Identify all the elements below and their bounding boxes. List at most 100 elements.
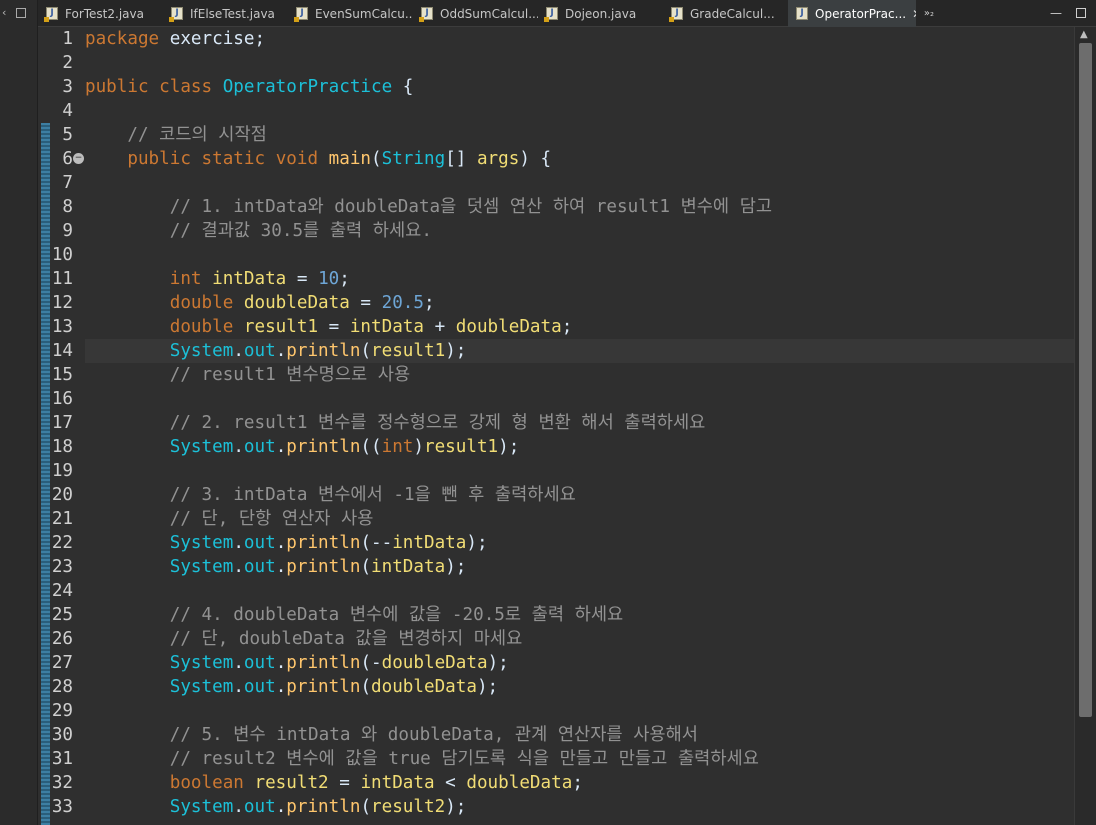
tab-overflow-button[interactable]: »₂ (916, 0, 942, 26)
code-token: out (243, 533, 276, 553)
line-number: 3 (62, 77, 73, 97)
code-token: System (169, 341, 234, 361)
code-token: . (233, 797, 244, 817)
code-area[interactable]: package exercise; public class OperatorPr… (85, 27, 1074, 825)
code-line[interactable] (85, 579, 1074, 603)
line-number: 14 (51, 341, 73, 361)
code-line[interactable]: System.out.println(--intData); (85, 531, 1074, 555)
code-line[interactable]: package exercise; (85, 27, 1074, 51)
code-line[interactable]: boolean result2 = intData < doubleData; (85, 771, 1074, 795)
code-line[interactable]: System.out.println(-doubleData); (85, 651, 1074, 675)
code-token: int (169, 269, 202, 289)
code-line[interactable]: int intData = 10; (85, 267, 1074, 291)
code-editor[interactable]: 1 2 3 4 5 6−7 8 9 10 11 12 13 14 15 16 17 18 19 20 21 22 23 24… (38, 27, 1074, 825)
code-token: // result2 변수에 값을 true 담기도록 식을 만들고 만들고 출… (169, 749, 759, 769)
code-token: main (328, 149, 372, 169)
editor-tab[interactable]: J Dojeon.java (538, 0, 663, 27)
code-line[interactable]: // 2. result1 변수를 정수형으로 강제 형 변환 해서 출력하세요 (85, 411, 1074, 435)
code-token: ); (476, 677, 499, 697)
editor-tab[interactable]: J EvenSumCalcu... (288, 0, 413, 27)
fold-toggle-icon[interactable]: − (73, 153, 84, 164)
code-line[interactable]: // result2 변수에 값을 true 담기도록 식을 만들고 만들고 출… (85, 747, 1074, 771)
code-line[interactable]: // 코드의 시작점 (85, 123, 1074, 147)
code-token: result1 (243, 317, 319, 337)
code-line[interactable] (85, 459, 1074, 483)
line-number: 27 (51, 653, 73, 673)
code-token: intData (360, 773, 435, 793)
code-line[interactable]: public class OperatorPractice { (85, 75, 1074, 99)
code-line[interactable] (85, 171, 1074, 195)
line-number: 26 (51, 629, 73, 649)
code-token: . (275, 437, 287, 457)
code-token: result1 (424, 437, 499, 457)
code-line[interactable] (85, 387, 1074, 411)
code-line[interactable]: // 5. 변수 intData 와 doubleData, 관계 연산자를 사… (85, 723, 1074, 747)
editor-tab-label: EvenSumCalcu... (315, 6, 413, 21)
editor-tab-label: Dojeon.java (565, 6, 637, 21)
code-line[interactable]: System.out.println(intData); (85, 555, 1074, 579)
code-line[interactable]: System.out.println(result1); (85, 339, 1074, 363)
maximize-icon[interactable] (1076, 8, 1086, 18)
code-line[interactable] (85, 99, 1074, 123)
minimize-icon[interactable]: — (1050, 6, 1062, 20)
code-token: = (349, 293, 382, 313)
code-token: . (275, 797, 287, 817)
code-line[interactable] (85, 699, 1074, 723)
code-line[interactable]: double doubleData = 20.5; (85, 291, 1074, 315)
code-line[interactable]: // 단, doubleData 값을 변경하지 마세요 (85, 627, 1074, 651)
code-line[interactable] (85, 51, 1074, 75)
editor-tab[interactable]: J OperatorPrac... ✕ (788, 0, 916, 27)
code-token: . (233, 557, 244, 577)
line-number: 15 (51, 365, 73, 385)
line-number: 6 (62, 149, 73, 169)
scroll-up-arrow-icon[interactable]: ▲ (1080, 29, 1088, 40)
scrollbar-thumb[interactable] (1079, 43, 1092, 717)
editor-tab[interactable]: J GradeCalcul... (663, 0, 788, 27)
java-file-icon: J (294, 7, 308, 22)
code-line[interactable]: // 4. doubleData 변수에 값을 -20.5로 출력 하세요 (85, 603, 1074, 627)
code-line[interactable]: // 3. intData 변수에서 -1을 뺀 후 출력하세요 (85, 483, 1074, 507)
code-token: intData (371, 557, 446, 577)
code-line[interactable]: // 단, 단항 연산자 사용 (85, 507, 1074, 531)
code-token: ( (360, 341, 372, 361)
code-token: ) (413, 437, 424, 457)
line-number: 30 (51, 725, 73, 745)
code-token: println (286, 557, 361, 577)
editor-tab[interactable]: J ForTest2.java (38, 0, 163, 27)
code-line[interactable]: System.out.println(result2); (85, 795, 1074, 819)
chevron-left-icon[interactable]: ‹ (2, 6, 6, 19)
code-line[interactable]: System.out.println((int)result1); (85, 435, 1074, 459)
code-line[interactable]: public static void main(String[] args) { (85, 147, 1074, 171)
code-line[interactable]: // result1 변수명으로 사용 (85, 363, 1074, 387)
code-line[interactable]: System.out.println(doubleData); (85, 675, 1074, 699)
code-token: out (243, 677, 276, 697)
code-token: OperatorPractice (222, 77, 393, 97)
code-token: ( (360, 677, 372, 697)
code-token: doubleData (371, 677, 477, 697)
code-token: println (286, 341, 361, 361)
maximize-icon[interactable] (16, 8, 26, 18)
code-line[interactable]: double result1 = intData + doubleData; (85, 315, 1074, 339)
code-line[interactable] (85, 243, 1074, 267)
code-token: println (286, 677, 361, 697)
line-number: 24 (51, 581, 73, 601)
code-token: out (243, 437, 276, 457)
line-number: 11 (51, 269, 73, 289)
vertical-scrollbar[interactable]: ▲ (1074, 27, 1096, 825)
code-line[interactable]: // 1. intData와 doubleData을 덧셈 연산 하여 resu… (85, 195, 1074, 219)
code-token: println (286, 653, 361, 673)
code-token: ); (445, 557, 467, 577)
close-tab-icon[interactable]: ✕ (912, 7, 916, 21)
line-number: 8 (62, 197, 73, 217)
editor-tab[interactable]: J OddSumCalcul... (413, 0, 538, 27)
editor-tab[interactable]: J IfElseTest.java (163, 0, 288, 27)
code-line[interactable]: // 결과값 30.5를 출력 하세요. (85, 219, 1074, 243)
